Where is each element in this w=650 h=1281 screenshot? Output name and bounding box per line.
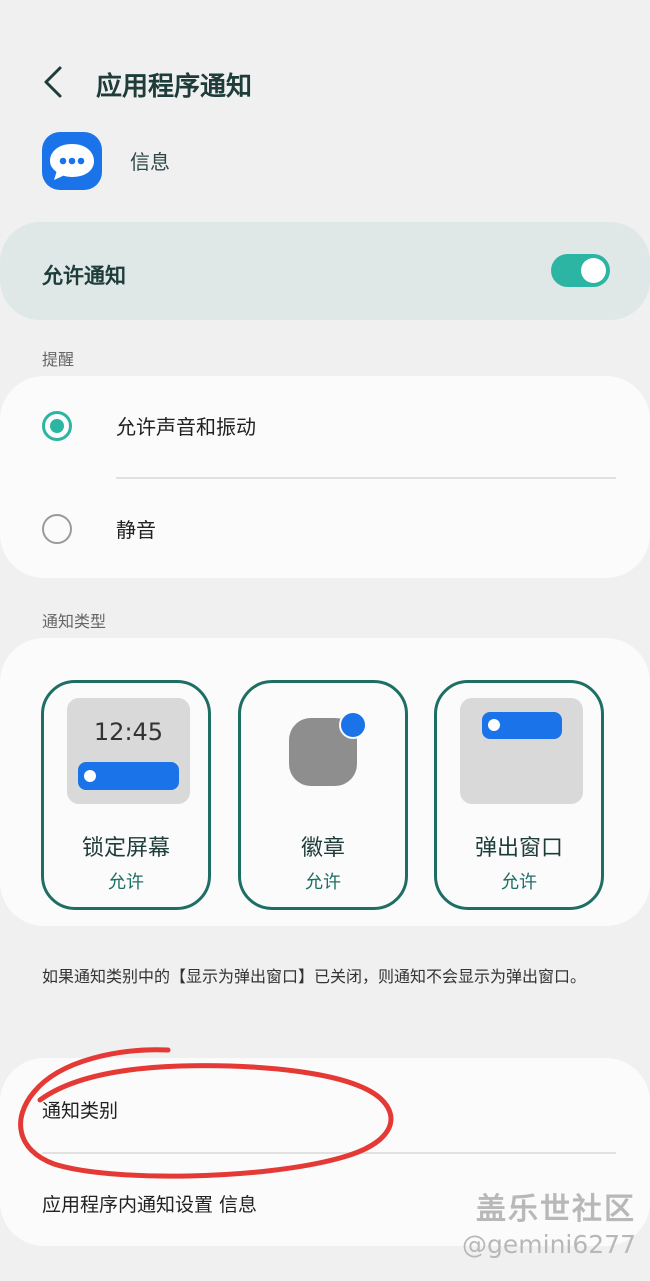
in-app-settings-link[interactable]: 应用程序内通知设置 信息 <box>42 1190 257 1217</box>
watermark-brand: 盖乐世社区 <box>476 1192 636 1227</box>
lock-screen-notification-bar <box>78 762 179 790</box>
option-sound-vibrate-label[interactable]: 允许声音和振动 <box>116 411 256 440</box>
watermark-user: @gemini6277 <box>462 1230 636 1259</box>
page-title: 应用程序通知 <box>96 72 253 102</box>
notification-types-section-title: 通知类型 <box>42 612 107 631</box>
popup-note: 如果通知类别中的【显示为弹出窗口】已关闭，则通知不会显示为弹出窗口。 <box>42 967 587 986</box>
badge-label: 徽章 <box>300 836 345 861</box>
option-silent-label[interactable]: 静音 <box>116 514 156 543</box>
alerts-section-title: 提醒 <box>42 350 75 369</box>
lock-screen-clock: 12:45 <box>93 718 164 746</box>
popup-notification-bar <box>482 712 562 739</box>
lock-screen-label: 锁定屏幕 <box>81 836 170 861</box>
popup-label: 弹出窗口 <box>474 836 563 861</box>
lock-screen-state: 允许 <box>108 872 144 893</box>
back-button[interactable] <box>36 64 72 100</box>
radio-sound-vibrate[interactable] <box>42 411 72 441</box>
allow-notifications-label: 允许通知 <box>42 264 126 288</box>
app-name: 信息 <box>130 150 170 174</box>
red-annotation-circle <box>18 1047 394 1179</box>
divider <box>116 477 616 479</box>
radio-silent[interactable] <box>42 514 72 544</box>
messages-app-icon <box>42 132 102 190</box>
popup-state: 允许 <box>501 872 537 893</box>
badge-dot-icon <box>339 711 367 739</box>
allow-notifications-toggle[interactable] <box>551 254 610 287</box>
badge-state: 允许 <box>305 872 341 893</box>
chevron-left-icon <box>44 66 62 98</box>
